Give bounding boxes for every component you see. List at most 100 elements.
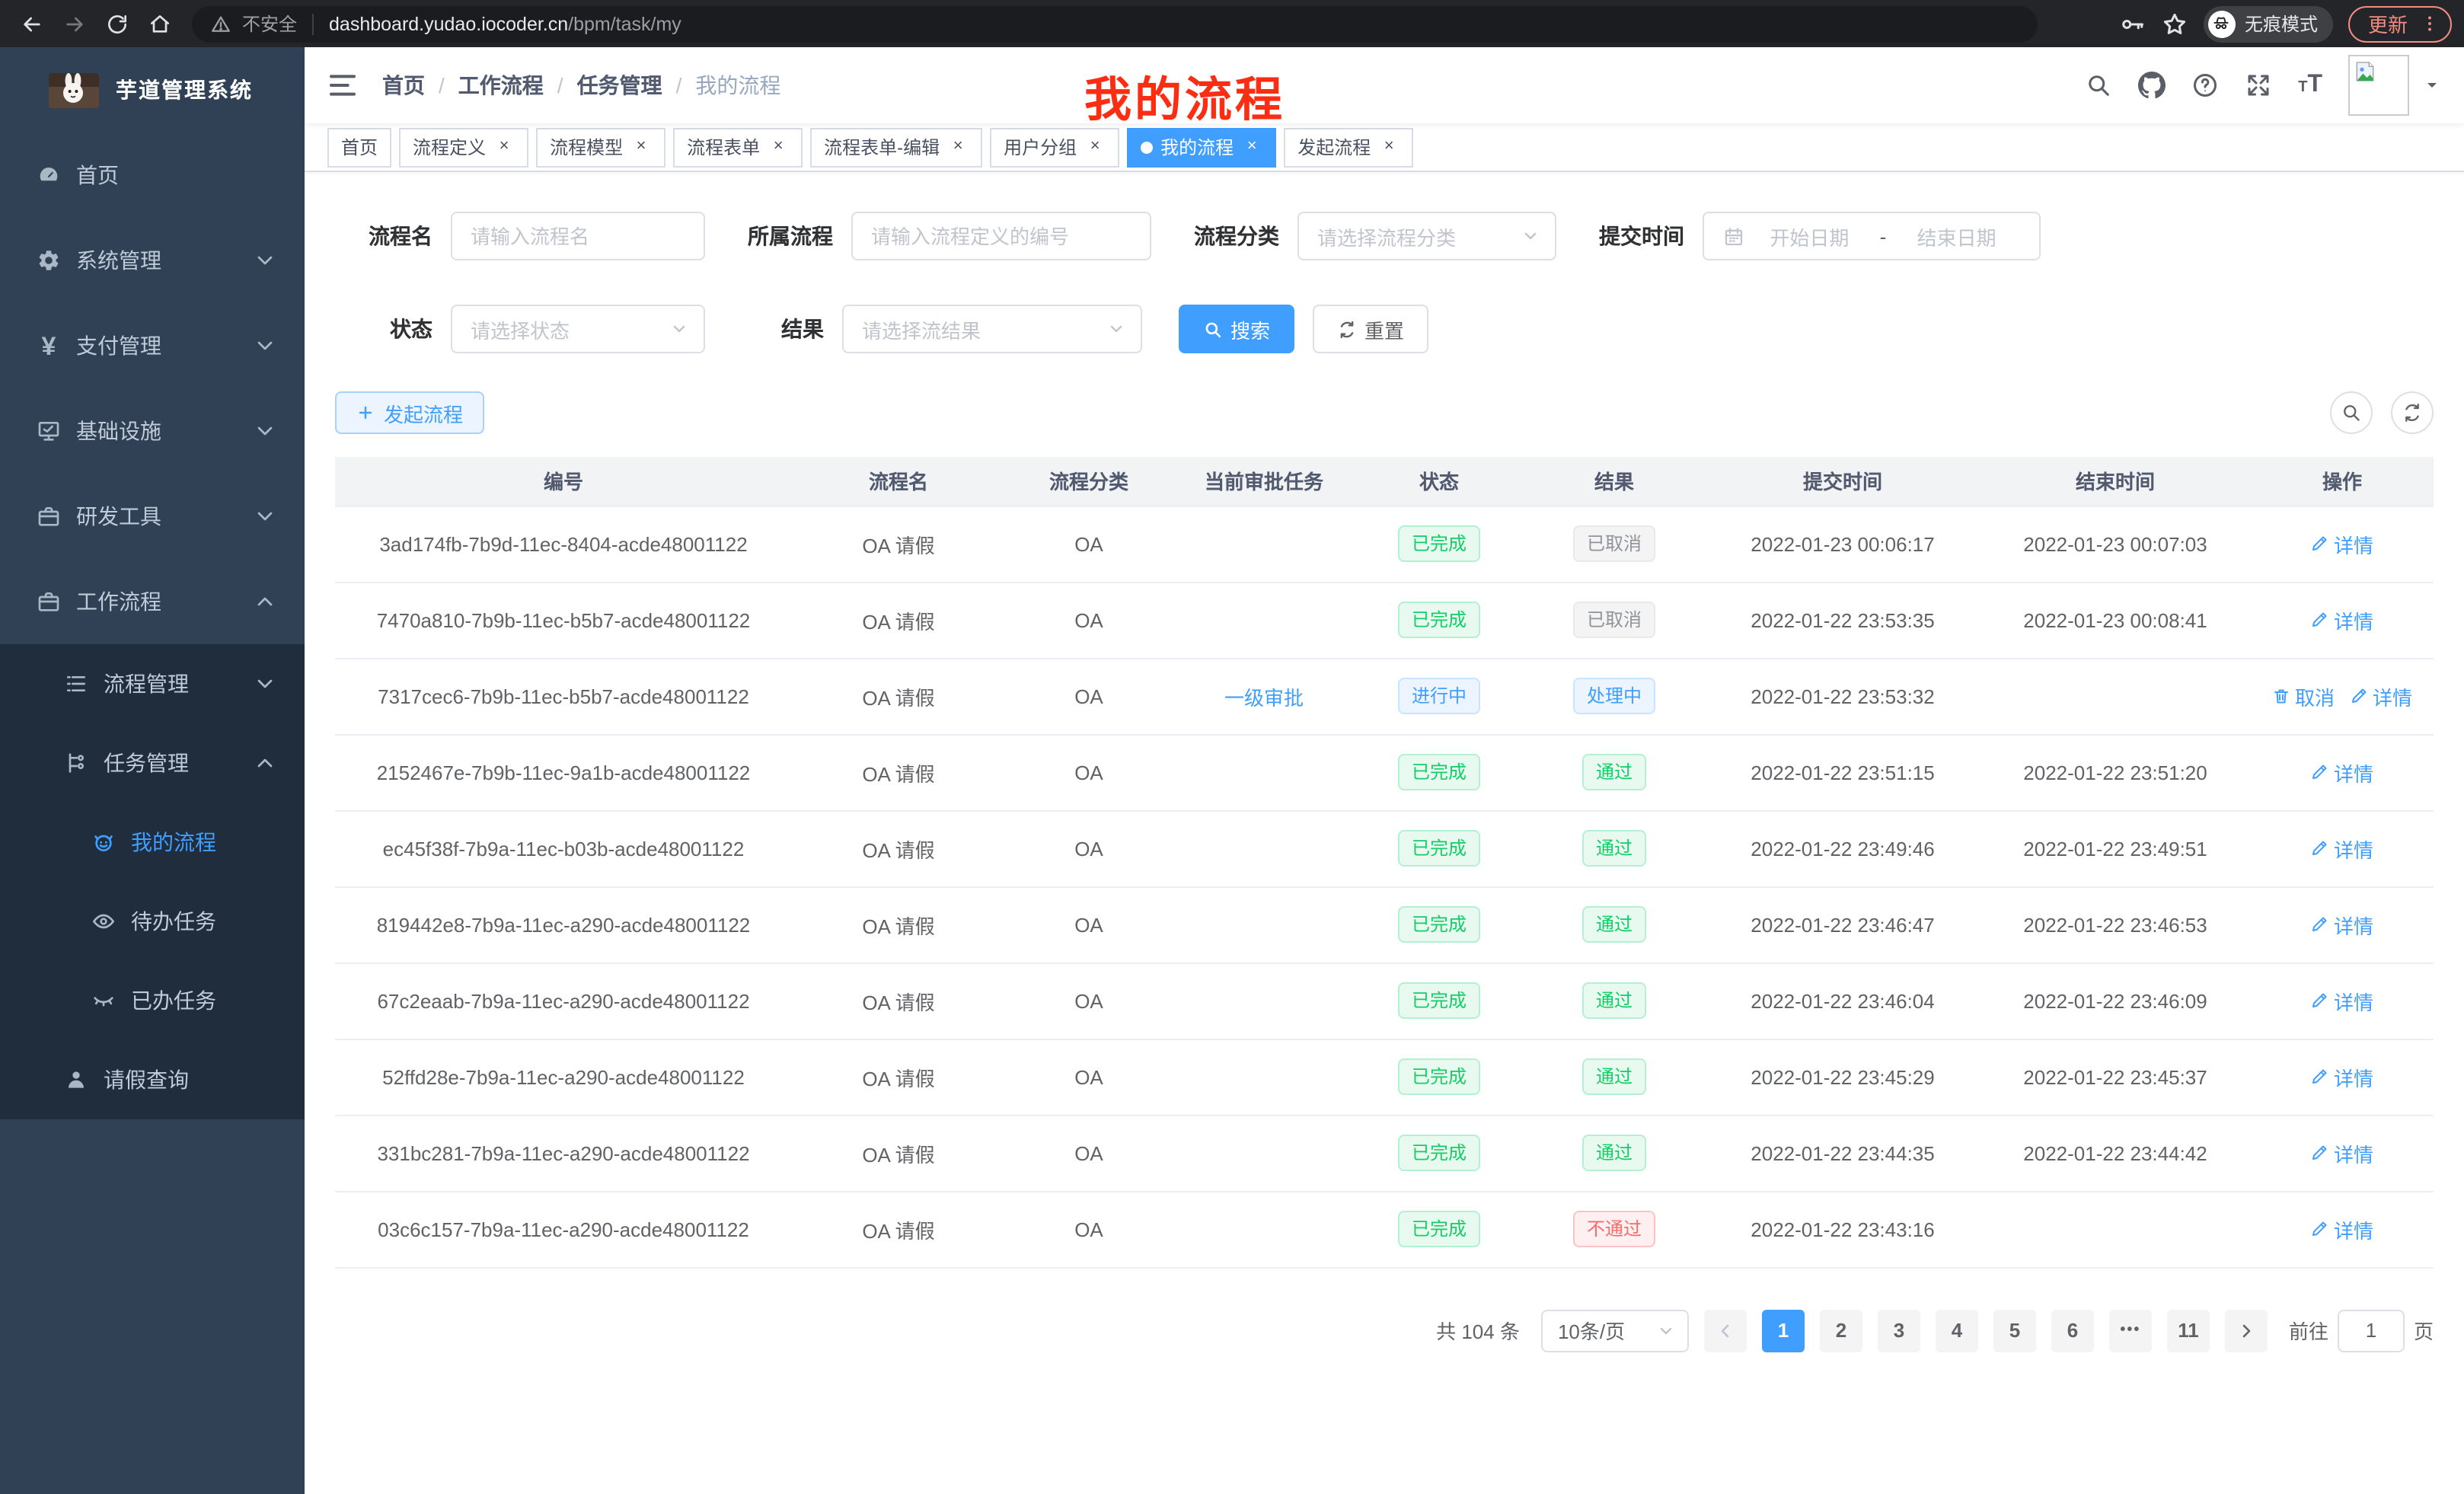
page-ellipsis[interactable]: ••• — [2109, 1309, 2152, 1352]
tab-proc-model[interactable]: 流程模型× — [536, 127, 665, 167]
close-tab-icon[interactable]: × — [1378, 136, 1400, 158]
cell-result: 通过 — [1523, 886, 1706, 962]
page-number-6[interactable]: 6 — [2051, 1309, 2094, 1352]
close-tab-icon[interactable]: × — [1084, 136, 1106, 158]
sidebar-item-infrastructure[interactable]: 基础设施 — [0, 388, 305, 474]
tab-proc-form[interactable]: 流程表单× — [673, 127, 803, 167]
status-select[interactable]: 请选择状态 — [451, 305, 705, 353]
process-name-input[interactable] — [451, 212, 705, 260]
start-process-button[interactable]: 发起流程 — [335, 391, 484, 434]
row-action-detail[interactable]: 详情 — [2311, 910, 2373, 939]
breadcrumb-item[interactable]: 首页 — [382, 70, 425, 101]
tab-label: 用户分组 — [1004, 134, 1077, 160]
refresh-table-button[interactable] — [2391, 391, 2434, 434]
close-tab-icon[interactable]: × — [493, 136, 515, 158]
prev-page-button[interactable] — [1704, 1309, 1747, 1352]
page-number-11[interactable]: 11 — [2167, 1309, 2210, 1352]
close-tab-icon[interactable]: × — [630, 136, 652, 158]
sidebar-item-payment[interactable]: ¥支付管理 — [0, 303, 305, 388]
browser-forward-button[interactable] — [55, 4, 94, 43]
sidebar-item-dev-tools[interactable]: 研发工具 — [0, 474, 305, 559]
tab-my-process[interactable]: 我的流程× — [1127, 127, 1276, 167]
current-task-link[interactable]: 一级审批 — [1224, 686, 1304, 709]
show-search-button[interactable] — [2330, 391, 2373, 434]
row-action-detail[interactable]: 详情 — [2311, 1138, 2373, 1167]
next-page-button[interactable] — [2225, 1309, 2268, 1352]
search-icon[interactable] — [2085, 72, 2112, 99]
owner-process-input[interactable] — [851, 212, 1151, 260]
sidebar-item-todo-task[interactable]: 待办任务 — [0, 882, 305, 961]
date-end-placeholder: 结束日期 — [1892, 222, 2021, 251]
sidebar-item-done-task[interactable]: 已办任务 — [0, 961, 305, 1040]
bookmark-star-icon[interactable] — [2161, 10, 2188, 37]
sidebar-item-home[interactable]: 首页 — [0, 132, 305, 218]
page-number-5[interactable]: 5 — [1993, 1309, 2036, 1352]
hamburger-icon[interactable] — [327, 70, 358, 101]
fullscreen-icon[interactable] — [2245, 72, 2272, 99]
close-tab-icon[interactable]: × — [768, 136, 789, 158]
cell-submit-time: 2022-01-22 23:51:15 — [1706, 734, 1980, 810]
browser-reload-button[interactable] — [97, 4, 137, 43]
sidebar-item-workflow[interactable]: 工作流程 — [0, 559, 305, 644]
browser-back-button[interactable] — [12, 4, 52, 43]
tab-home[interactable]: 首页 — [327, 127, 391, 167]
tab-start-process[interactable]: 发起流程× — [1284, 127, 1413, 167]
cell-submit-time: 2022-01-22 23:46:04 — [1706, 962, 1980, 1039]
breadcrumb-item[interactable]: 任务管理 — [577, 70, 662, 101]
sidebar-item-label: 首页 — [76, 160, 277, 190]
row-action-detail[interactable]: 详情 — [2350, 682, 2412, 710]
help-icon[interactable] — [2191, 72, 2219, 99]
github-icon[interactable] — [2138, 72, 2166, 99]
row-action-detail[interactable]: 详情 — [2311, 1062, 2373, 1091]
security-label[interactable]: 不安全 — [242, 11, 297, 37]
app-logo[interactable]: 芋道管理系统 — [0, 47, 305, 132]
row-action-detail[interactable]: 详情 — [2311, 529, 2373, 558]
row-action-cancel[interactable]: 取消 — [2272, 682, 2335, 710]
incognito-badge: 无痕模式 — [2204, 5, 2333, 42]
user-dropdown-caret-icon[interactable] — [2423, 76, 2441, 94]
row-action-detail[interactable]: 详情 — [2311, 758, 2373, 787]
address-bar[interactable]: 不安全 dashboard.yudao.iocoder.cn/bpm/task/… — [192, 5, 2038, 42]
close-tab-icon[interactable]: × — [947, 136, 969, 158]
page-number-3[interactable]: 3 — [1878, 1309, 1920, 1352]
password-key-icon[interactable] — [2118, 10, 2146, 37]
goto-page-input[interactable] — [2338, 1309, 2405, 1352]
avatar[interactable] — [2348, 55, 2409, 116]
sidebar-item-leave-query[interactable]: 请假查询 — [0, 1040, 305, 1119]
sidebar-item-my-process[interactable]: 我的流程 — [0, 803, 305, 882]
cell-current-task — [1173, 886, 1355, 962]
cell-process-name: OA 请假 — [792, 1039, 1005, 1115]
result-select[interactable]: 请选择流结果 — [842, 305, 1142, 353]
breadcrumb-item[interactable]: 工作流程 — [458, 70, 544, 101]
table-body: 3ad174fb-7b9d-11ec-8404-acde48001122OA 请… — [335, 506, 2434, 1267]
page-size-select[interactable]: 10条/页 — [1541, 1309, 1689, 1352]
row-action-detail[interactable]: 详情 — [2311, 1215, 2373, 1243]
browser-home-button[interactable] — [140, 4, 180, 43]
page-number-2[interactable]: 2 — [1820, 1309, 1862, 1352]
table-row: 52ffd28e-7b9a-11ec-a290-acde48001122OA 请… — [335, 1039, 2434, 1115]
result-badge: 处理中 — [1573, 678, 1655, 714]
chevron-right-icon — [2237, 1321, 2255, 1339]
page-number-4[interactable]: 4 — [1936, 1309, 1978, 1352]
tab-proc-form-edit[interactable]: 流程表单-编辑× — [810, 127, 982, 167]
submit-time-range-picker[interactable]: 开始日期 - 结束日期 — [1703, 212, 2041, 260]
cell-current-task — [1173, 1039, 1355, 1115]
update-button[interactable]: 更新 — [2348, 5, 2452, 42]
row-action-detail[interactable]: 详情 — [2311, 605, 2373, 634]
status-badge: 已完成 — [1398, 1058, 1480, 1095]
browser-menu-dots-icon[interactable] — [2420, 14, 2440, 34]
close-tab-icon[interactable]: × — [1241, 136, 1262, 158]
sidebar-item-system[interactable]: 系统管理 — [0, 218, 305, 303]
category-select[interactable]: 请选择流程分类 — [1297, 212, 1556, 260]
cell-category: OA — [1005, 810, 1173, 886]
sidebar-item-process-manage[interactable]: 流程管理 — [0, 644, 305, 723]
font-size-icon[interactable]: TT — [2298, 72, 2322, 99]
tab-user-group[interactable]: 用户分组 × — [990, 127, 1119, 167]
page-number-1[interactable]: 1 — [1762, 1309, 1805, 1352]
sidebar-item-task-manage[interactable]: 任务管理 — [0, 723, 305, 803]
row-action-detail[interactable]: 详情 — [2311, 986, 2373, 1015]
row-action-detail[interactable]: 详情 — [2311, 834, 2373, 863]
tab-proc-def[interactable]: 流程定义× — [399, 127, 528, 167]
reset-button[interactable]: 重置 — [1313, 305, 1428, 353]
search-button[interactable]: 搜索 — [1179, 305, 1294, 353]
